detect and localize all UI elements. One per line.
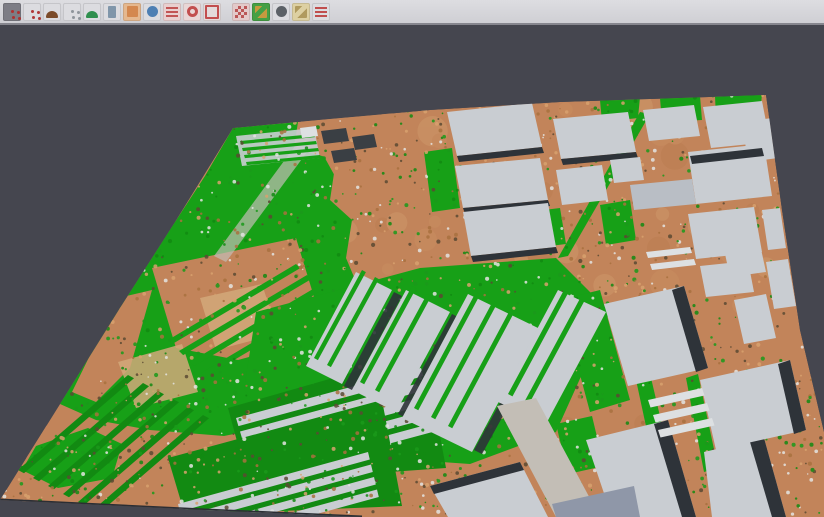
terrain-map-icon-glyph (295, 6, 307, 18)
target-ring-icon[interactable] (183, 3, 201, 21)
building-roof (610, 157, 644, 183)
layers-red-icon[interactable] (163, 3, 181, 21)
selection-corners-icon-glyph (205, 5, 219, 19)
flag-red-icon-glyph (315, 7, 327, 17)
terrain-map-icon[interactable] (292, 3, 310, 21)
building-roof (700, 261, 754, 297)
point-cloud-icon[interactable] (3, 3, 21, 21)
profile-panel-icon[interactable] (103, 3, 121, 21)
dem-green-icon-glyph (86, 11, 98, 18)
building-roof (447, 103, 542, 156)
layers-red-icon-glyph (166, 7, 178, 17)
building-roof (556, 165, 608, 205)
checker-grid-icon[interactable] (232, 3, 250, 21)
classified-map-icon[interactable] (252, 3, 270, 21)
ortho-area-icon[interactable] (123, 3, 141, 21)
building-roof (455, 158, 548, 208)
sparse-points-icon-glyph (71, 10, 74, 13)
building-roof (688, 207, 762, 259)
globe-blue-icon-glyph (147, 6, 158, 17)
building-roof (463, 203, 556, 256)
target-ring-icon-glyph (187, 6, 198, 17)
toolbar (0, 0, 824, 25)
sparse-points-icon[interactable] (63, 3, 81, 21)
flag-red-icon[interactable] (312, 3, 330, 21)
ortho-area-icon-glyph (127, 6, 138, 17)
house-roof (300, 126, 318, 138)
globe-dark-icon[interactable] (272, 3, 290, 21)
dem-green-icon[interactable] (83, 3, 101, 21)
classified-map-icon-glyph (255, 6, 267, 18)
globe-dark-icon-glyph (276, 6, 287, 17)
globe-blue-icon[interactable] (143, 3, 161, 21)
profile-panel-icon-glyph (108, 6, 116, 18)
viewport-3d[interactable] (0, 0, 824, 517)
app-window (0, 0, 824, 517)
building-roof (643, 105, 700, 141)
classify-points-icon-glyph (31, 10, 34, 13)
building-roof (703, 101, 770, 148)
dem-brown-icon[interactable] (43, 3, 61, 21)
checker-grid-icon-glyph (235, 6, 247, 18)
point-cloud-icon-glyph (11, 10, 14, 13)
dem-brown-icon-glyph (46, 11, 58, 18)
classify-points-icon[interactable] (23, 3, 41, 21)
building-roof (553, 112, 636, 159)
selection-corners-icon[interactable] (203, 3, 221, 21)
tree-blob (600, 200, 636, 245)
